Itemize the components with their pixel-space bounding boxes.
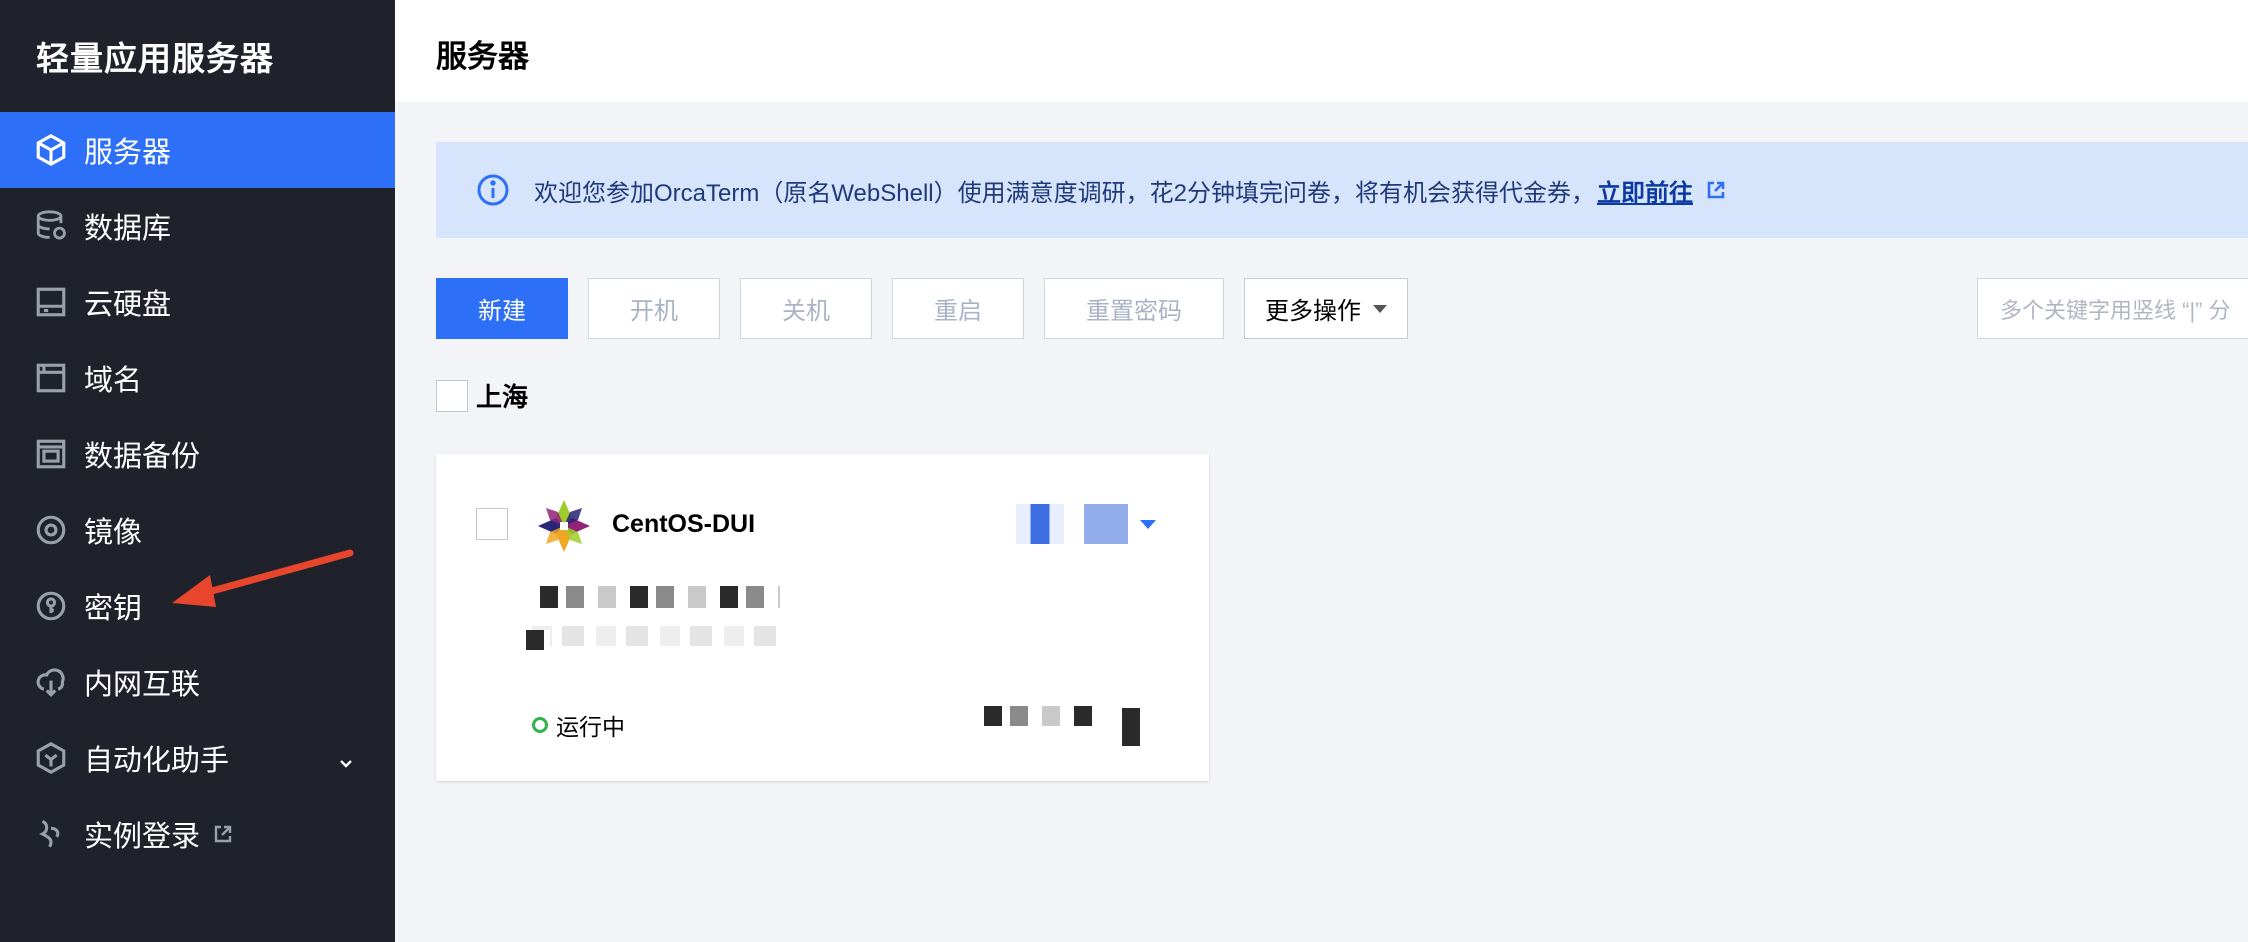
notice-banner: 欢迎您参加OrcaTerm（原名WebShell）使用满意度调研，花2分钟填完问… <box>436 142 2248 238</box>
redacted-instance-spec-mark <box>1122 708 1144 746</box>
blurred-more-link[interactable] <box>1084 504 1128 544</box>
region-group: 上海 <box>436 377 528 414</box>
automation-icon <box>34 741 68 775</box>
instance-name[interactable]: CentOS-DUI <box>612 510 755 539</box>
external-link-icon <box>212 823 234 845</box>
sidebar-item-domain[interactable]: 域名 <box>0 340 395 416</box>
redacted-instance-spec <box>984 706 1094 726</box>
database-icon <box>34 209 68 243</box>
sidebar-item-label: 服务器 <box>84 137 172 169</box>
caret-down-icon <box>1373 304 1387 313</box>
caret-down-icon <box>1140 519 1156 529</box>
status-label: 运行中 <box>556 714 625 740</box>
sidebar-item-label: 域名 <box>84 365 143 397</box>
sidebar-item-label: 云硬盘 <box>84 289 172 321</box>
create-button[interactable]: 新建 <box>436 278 568 339</box>
sidebar-item-label: 内网互联 <box>84 669 201 701</box>
cloud-disk-icon <box>34 285 68 319</box>
instance-card[interactable]: CentOS-DUI 运行中 <box>436 454 1209 781</box>
sidebar-item-server[interactable]: 服务器 <box>0 112 395 188</box>
sidebar-item-instance-login[interactable]: 实例登录 <box>0 796 395 872</box>
start-button[interactable]: 开机 <box>588 278 720 339</box>
restart-button[interactable]: 重启 <box>892 278 1024 339</box>
network-icon <box>34 665 68 699</box>
notice-link[interactable]: 立即前往 <box>1597 173 1693 208</box>
redacted-instance-info <box>540 586 780 608</box>
page-header: 服务器 <box>395 0 2248 102</box>
notice-text: 欢迎您参加OrcaTerm（原名WebShell）使用满意度调研，花2分钟填完问… <box>534 179 1595 207</box>
instance-checkbox[interactable] <box>476 508 508 540</box>
stop-button[interactable]: 关机 <box>740 278 872 339</box>
sidebar-item-label: 密钥 <box>84 593 143 625</box>
region-label: 上海 <box>476 382 529 412</box>
sidebar-item-label: 镜像 <box>84 517 143 549</box>
search-placeholder: 多个关键字用竖线 “|” 分 <box>2000 297 2231 323</box>
blurred-action-link[interactable] <box>1016 504 1064 544</box>
running-status-icon <box>532 717 548 733</box>
redacted-instance-detail-mark <box>526 630 550 650</box>
sidebar-item-backup[interactable]: 数据备份 <box>0 416 395 492</box>
reset-password-button[interactable]: 重置密码 <box>1044 278 1224 339</box>
chevron-down-icon <box>337 748 355 768</box>
backup-icon <box>34 437 68 471</box>
domain-icon <box>34 361 68 395</box>
login-icon <box>34 817 68 851</box>
key-icon <box>34 589 68 623</box>
redacted-instance-detail <box>532 626 782 646</box>
instance-status: 运行中 <box>532 708 625 742</box>
sidebar-item-automation[interactable]: 自动化助手 <box>0 720 395 796</box>
sidebar-item-network[interactable]: 内网互联 <box>0 644 395 720</box>
centos-logo-icon <box>538 500 590 552</box>
sidebar-item-label: 自动化助手 <box>84 745 230 777</box>
brand-title: 轻量应用服务器 <box>36 40 274 77</box>
info-icon <box>477 174 509 206</box>
image-icon <box>34 513 68 547</box>
sidebar: 轻量应用服务器 服务器 数据库 云硬盘 域名 数据备份 镜像 密钥 内网互联 自… <box>0 0 395 942</box>
instance-more-dropdown[interactable] <box>1016 504 1156 544</box>
sidebar-item-label: 数据库 <box>84 213 172 245</box>
region-checkbox[interactable] <box>436 379 468 412</box>
external-link-icon[interactable] <box>1705 179 1727 201</box>
server-cube-icon <box>34 133 68 167</box>
sidebar-item-label: 数据备份 <box>84 441 201 473</box>
sidebar-item-database[interactable]: 数据库 <box>0 188 395 264</box>
sidebar-item-label: 实例登录 <box>84 821 201 853</box>
search-input[interactable]: 多个关键字用竖线 “|” 分 <box>1977 278 2248 339</box>
sidebar-item-cloud-disk[interactable]: 云硬盘 <box>0 264 395 340</box>
page-title: 服务器 <box>436 39 529 74</box>
more-actions-dropdown[interactable]: 更多操作 <box>1244 278 1408 339</box>
more-actions-label: 更多操作 <box>1265 298 1361 325</box>
sidebar-nav: 服务器 数据库 云硬盘 域名 数据备份 镜像 密钥 内网互联 自动化助手 实例登… <box>0 112 395 872</box>
annotation-arrow-icon <box>172 549 354 607</box>
